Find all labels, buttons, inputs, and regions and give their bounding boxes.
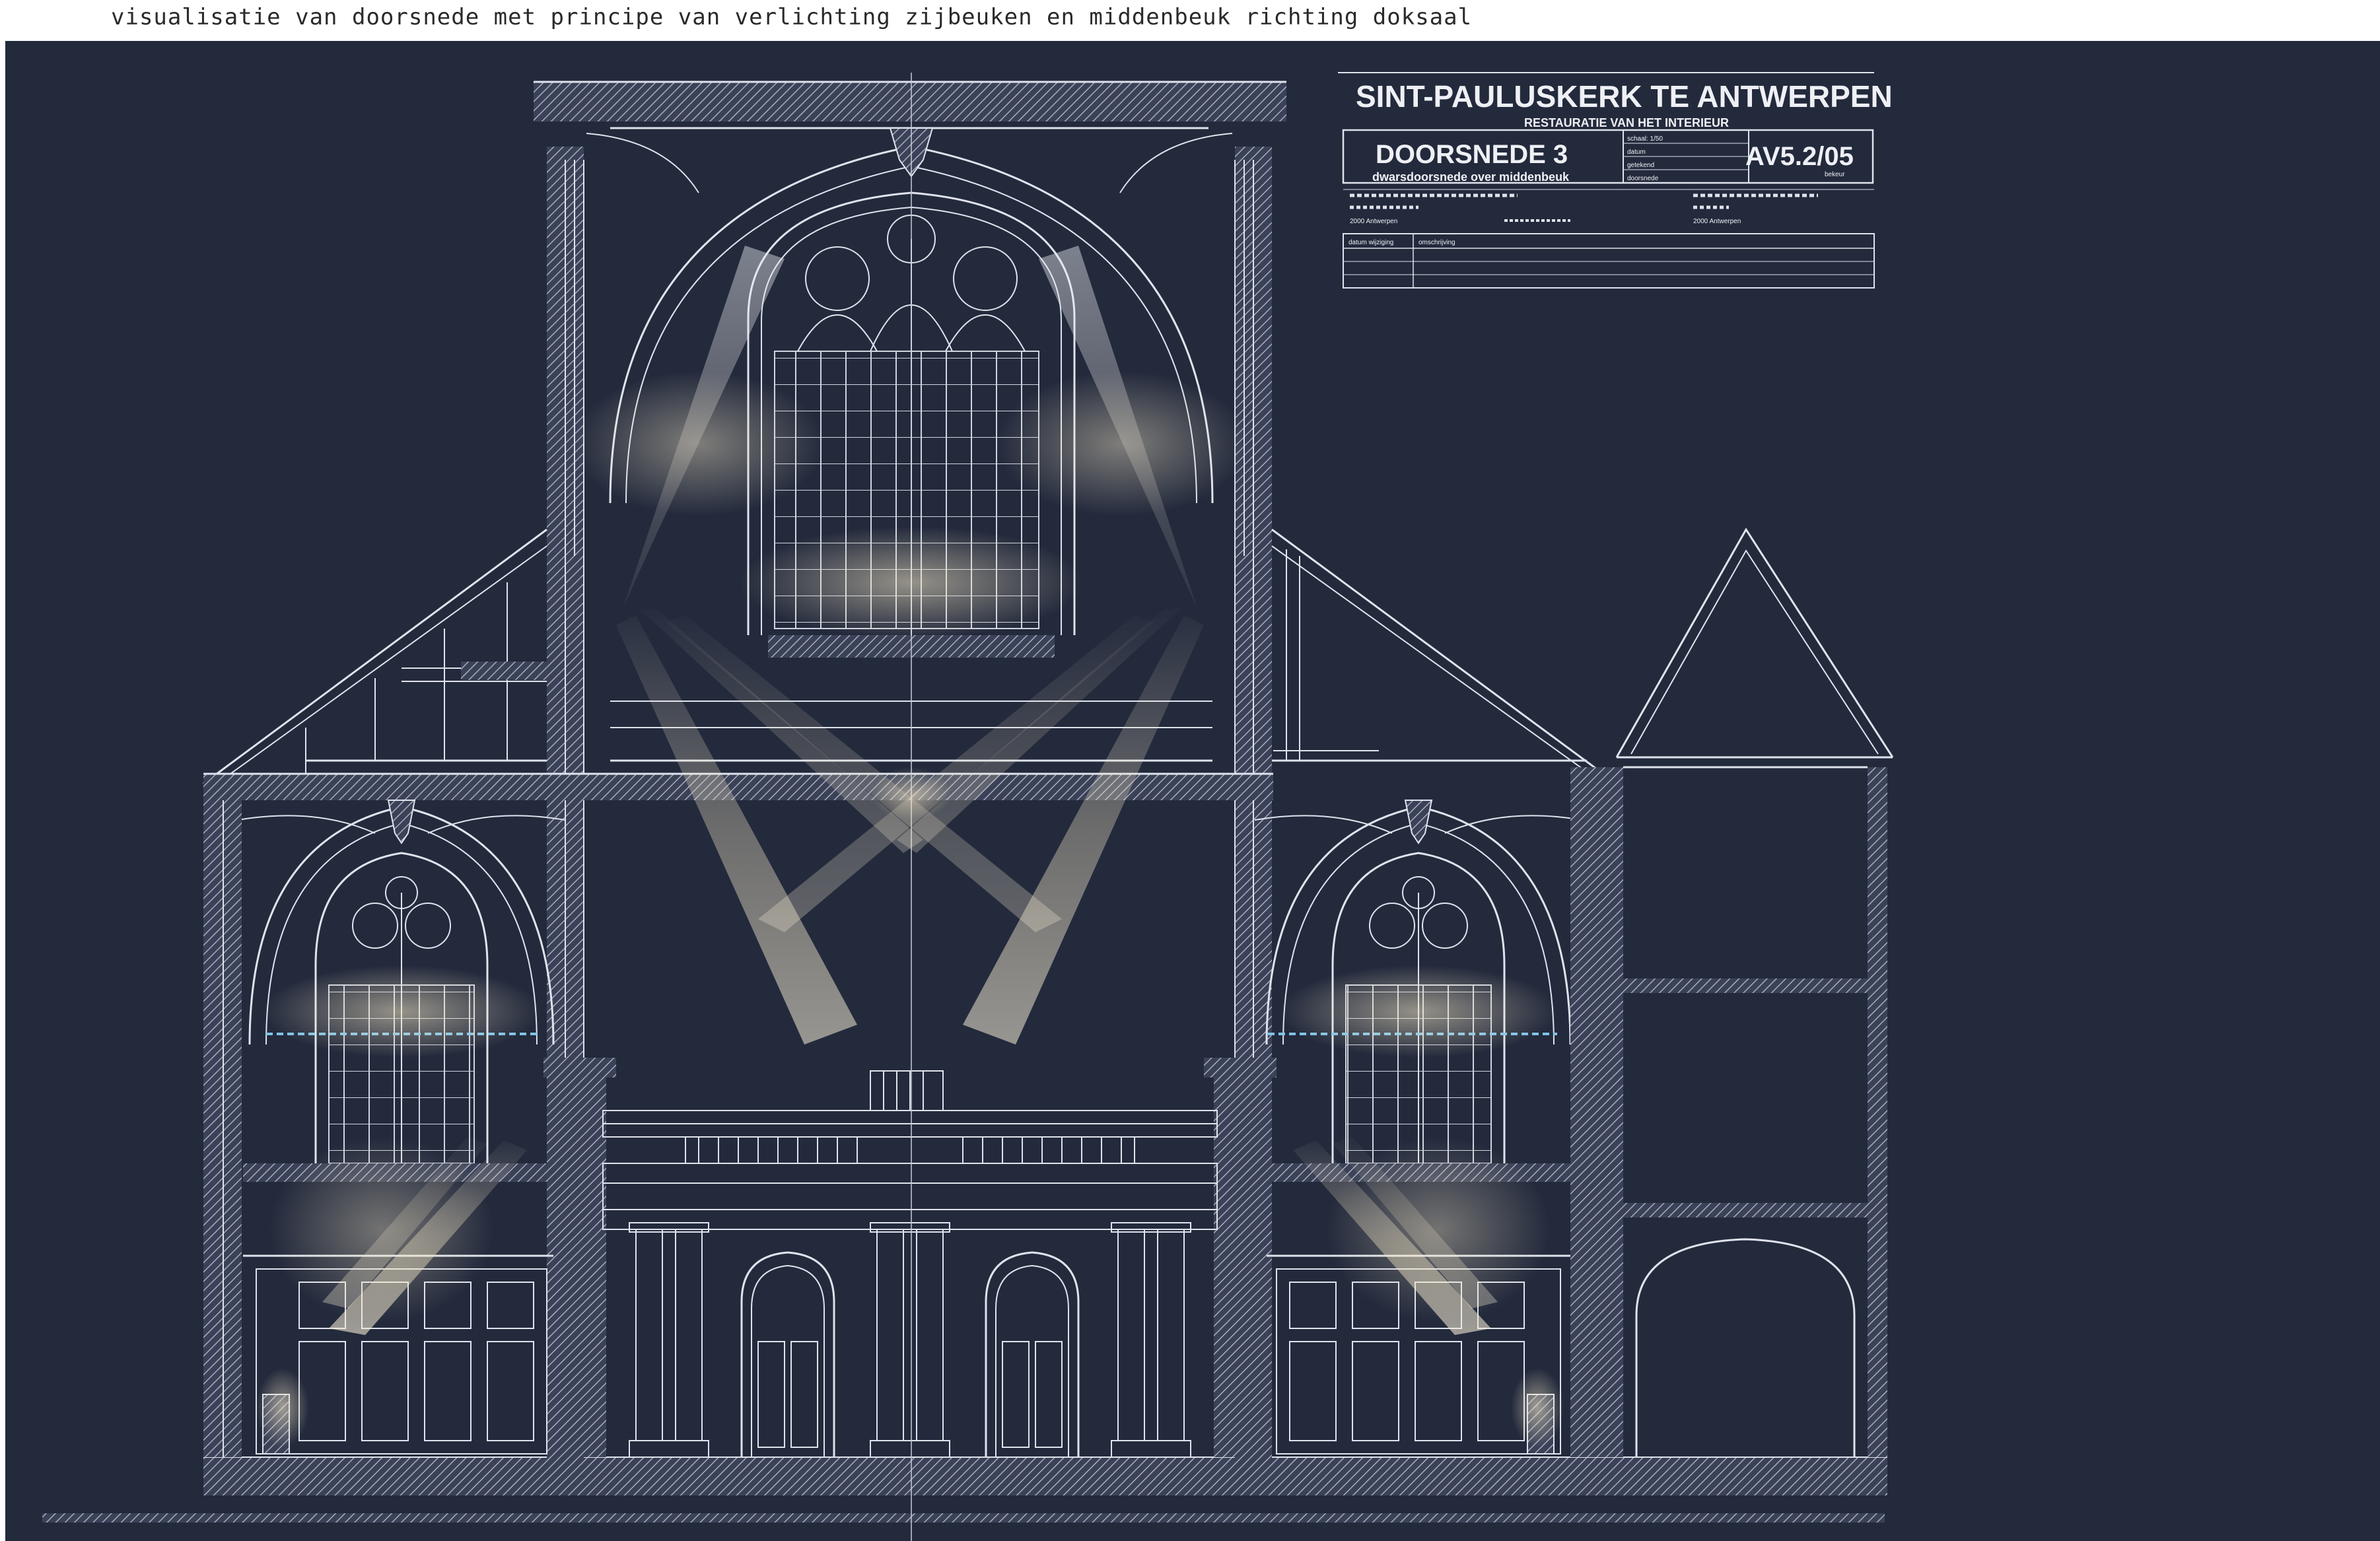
drawing-title: DOORSNEDE 3 — [1376, 140, 1568, 169]
project-subtitle: RESTAURATIE VAN HET INTERIEUR — [1524, 116, 1729, 129]
scale-field: schaal: 1/50 — [1627, 135, 1663, 143]
section-field: doorsnede — [1627, 175, 1659, 182]
tower-wall-left — [1570, 767, 1623, 1457]
owner-city: 2000 Antwerpen — [1693, 218, 1741, 225]
ground-line — [42, 1513, 1885, 1523]
church-cross-section-drawing: SINT-PAULUSKERK TE ANTWERPEN RESTAURATIE… — [5, 41, 2380, 1541]
drawing-number: AV5.2/05 — [1745, 142, 1854, 171]
architect-city: 2000 Antwerpen — [1350, 218, 1397, 225]
drawing-caption: visualisatie van doorsnede met principe … — [111, 4, 1473, 30]
sheet-field: bekeur — [1825, 171, 1845, 178]
nave-roof-beam — [534, 82, 1286, 121]
revision-description-label: omschrijving — [1418, 239, 1455, 246]
tower-wall-right — [1868, 767, 1887, 1457]
foundation-slab — [203, 1457, 1887, 1495]
drawing-subtitle: dwarsdoorsnede over middenbeuk — [1372, 170, 1570, 184]
project-title: SINT-PAULUSKERK TE ANTWERPEN — [1356, 79, 1893, 114]
drawn-field: getekend — [1627, 162, 1654, 169]
date-field: datum — [1627, 149, 1646, 156]
revision-date-label: datum wijziging — [1348, 239, 1393, 246]
